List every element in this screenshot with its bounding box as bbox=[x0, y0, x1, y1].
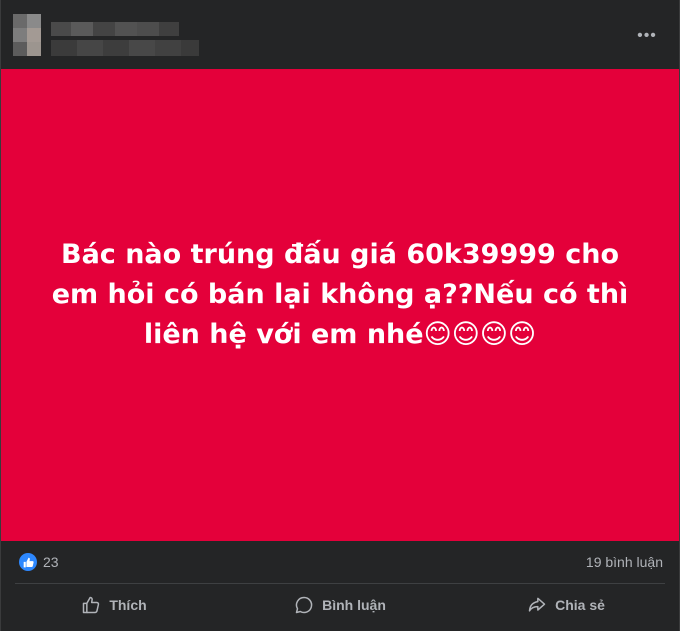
share-icon bbox=[528, 597, 546, 612]
reaction-stats: 23 19 bình luận bbox=[1, 545, 679, 579]
post-header: ••• bbox=[1, 0, 679, 68]
comment-count[interactable]: 19 bình luận bbox=[586, 554, 663, 570]
like-reaction-icon[interactable] bbox=[19, 553, 37, 571]
thumbs-up-icon bbox=[83, 596, 100, 614]
comment-button[interactable]: Bình luận bbox=[227, 585, 453, 625]
like-button[interactable]: Thích bbox=[1, 585, 227, 625]
share-button[interactable]: Chia sẻ bbox=[453, 585, 679, 625]
more-options-icon: ••• bbox=[637, 27, 657, 44]
post-text: Bác nào trúng đấu giá 60k39999 cho em hỏ… bbox=[51, 239, 629, 350]
like-button-label: Thích bbox=[109, 597, 147, 613]
post-actions: Thích Bình luận Chia sẻ bbox=[1, 585, 679, 625]
post-card: ••• Bác nào trúng đấu giá 60k39999 cho e… bbox=[0, 0, 680, 631]
blurred-author-info[interactable] bbox=[9, 8, 199, 64]
like-count[interactable]: 23 bbox=[43, 554, 59, 570]
divider bbox=[15, 583, 665, 584]
comment-icon bbox=[295, 596, 313, 614]
share-button-label: Chia sẻ bbox=[555, 597, 605, 613]
post-content: Bác nào trúng đấu giá 60k39999 cho em hỏ… bbox=[1, 69, 679, 541]
more-options-button[interactable]: ••• bbox=[629, 20, 665, 52]
comment-button-label: Bình luận bbox=[322, 597, 386, 613]
